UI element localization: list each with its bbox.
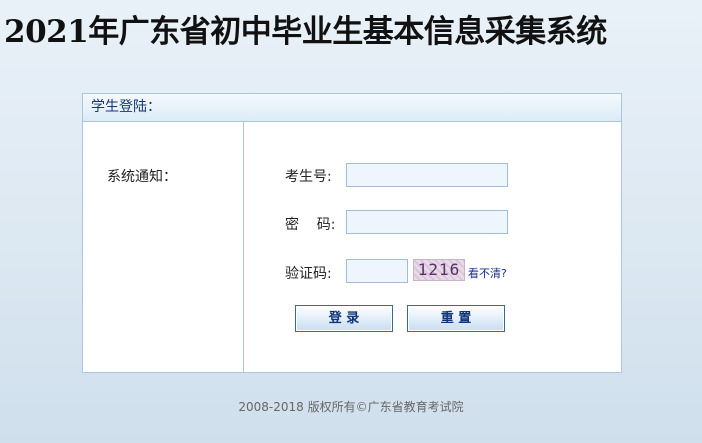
password-label: 密 码: [285,217,336,233]
refresh-captcha-link[interactable]: 看不清? [468,265,507,281]
login-panel: 学生登陆： 系统通知： 考生号: 密 码: 验证码: 1216 看不清? 登 录… [82,93,622,373]
footer-copyright: 2008-2018 版权所有©广东省教育考试院 [238,400,464,414]
reset-button[interactable]: 重 置 [407,305,505,332]
captcha-image[interactable]: 1216 [413,259,465,281]
exam-number-label: 考生号: [285,169,332,185]
page-title: 2021年广东省初中毕业生基本信息采集系统 [4,14,607,50]
captcha-label: 验证码: [285,266,332,282]
password-input[interactable] [346,210,508,234]
notice-column: 系统通知： [83,122,244,372]
captcha-input[interactable] [346,259,408,283]
exam-number-input[interactable] [346,163,508,187]
system-notice-label: 系统通知： [107,169,177,185]
login-panel-header: 学生登陆： [83,94,621,122]
login-button[interactable]: 登 录 [295,305,393,332]
